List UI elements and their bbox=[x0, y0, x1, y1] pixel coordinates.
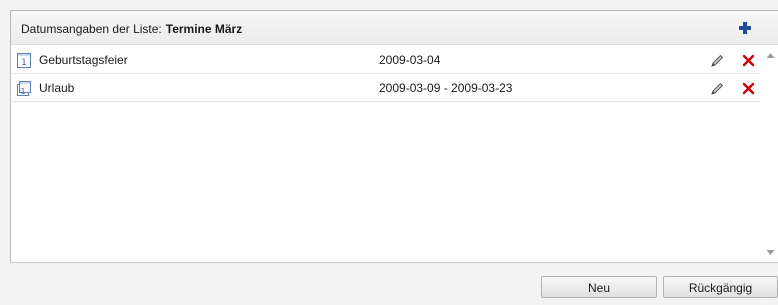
pencil-icon[interactable] bbox=[709, 53, 725, 69]
scroll-down-arrow-icon[interactable] bbox=[766, 249, 775, 256]
panel-header: Datumsangaben der Liste: Termine März bbox=[11, 11, 778, 45]
plus-icon[interactable] bbox=[738, 21, 752, 35]
header-text: Datumsangaben der Liste: Termine März bbox=[21, 22, 242, 36]
dates-panel: Datumsangaben der Liste: Termine März 1 G… bbox=[10, 10, 778, 263]
item-date: 2009-03-09 - 2009-03-23 bbox=[379, 81, 513, 95]
item-name: Geburtstagsfeier bbox=[39, 53, 128, 67]
scrollbar[interactable] bbox=[762, 46, 778, 262]
date-list: 1 Geburtstagsfeier 2009-03-04 1 Urlaub 2… bbox=[11, 46, 761, 102]
list-name: Termine März bbox=[165, 22, 243, 36]
close-icon[interactable] bbox=[742, 82, 755, 95]
calendar-day-icon: 1 bbox=[17, 53, 31, 68]
undo-button[interactable]: Rückgängig bbox=[663, 276, 778, 298]
top-strip bbox=[0, 0, 778, 10]
pencil-icon[interactable] bbox=[709, 81, 725, 97]
item-date: 2009-03-04 bbox=[379, 53, 441, 67]
close-icon[interactable] bbox=[742, 54, 755, 67]
calendar-range-icon: 1 bbox=[17, 81, 31, 96]
new-button[interactable]: Neu bbox=[541, 276, 657, 298]
item-name: Urlaub bbox=[39, 81, 75, 95]
list-item[interactable]: 1 Urlaub 2009-03-09 - 2009-03-23 bbox=[11, 74, 761, 102]
scroll-up-arrow-icon[interactable] bbox=[766, 52, 775, 59]
list-item[interactable]: 1 Geburtstagsfeier 2009-03-04 bbox=[11, 46, 761, 74]
svg-text:1: 1 bbox=[21, 58, 27, 68]
header-label: Datumsangaben der Liste: bbox=[21, 22, 162, 36]
svg-text:1: 1 bbox=[20, 87, 25, 96]
